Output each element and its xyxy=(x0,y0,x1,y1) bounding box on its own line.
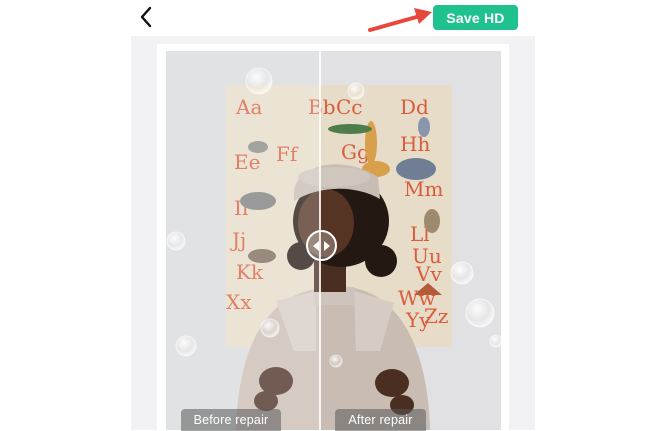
save-hd-button[interactable]: Save HD xyxy=(433,5,518,30)
before-repair-label: Before repair xyxy=(181,409,281,431)
poster-letter: Zz xyxy=(424,304,448,328)
chevron-left-icon xyxy=(140,6,152,28)
left-right-arrows-icon xyxy=(313,240,330,251)
poster-letter: Vv xyxy=(415,262,442,286)
poster-letter: Mm xyxy=(404,177,443,201)
back-button[interactable] xyxy=(134,4,158,30)
poster-letter: Dd xyxy=(400,95,429,119)
comparison-slider-handle[interactable] xyxy=(306,230,337,261)
before-repair-overlay xyxy=(166,51,320,430)
after-repair-label: After repair xyxy=(335,409,426,431)
annotation-arrow-icon xyxy=(368,8,432,32)
top-bar: Save HD xyxy=(0,0,650,36)
